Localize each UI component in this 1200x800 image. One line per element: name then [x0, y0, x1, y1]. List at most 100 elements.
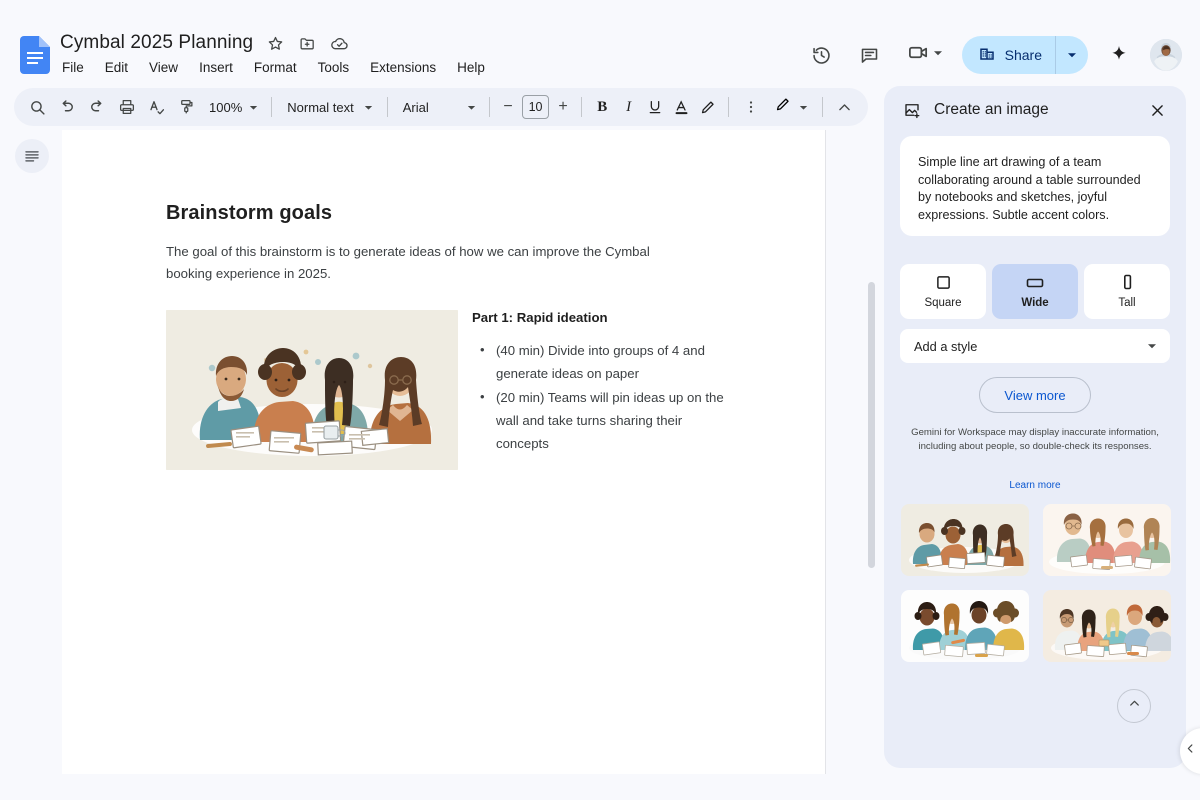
document-title-row: Cymbal 2025 Planning — [60, 32, 349, 54]
chevron-down-icon — [462, 102, 480, 113]
increase-font-size-button[interactable]: + — [552, 95, 574, 119]
list-item: (40 min) Divide into groups of 4 and gen… — [472, 339, 724, 385]
italic-button[interactable]: I — [615, 93, 641, 121]
toolbar-divider — [822, 97, 823, 117]
aspect-ratio-square-button[interactable]: Square — [900, 264, 986, 319]
list-item: (20 min) Teams will pin ideas up on the … — [472, 386, 724, 455]
document-bullet-list: (40 min) Divide into groups of 4 and gen… — [472, 339, 724, 455]
learn-more-link[interactable]: Learn more — [884, 480, 1186, 491]
editing-mode-pencil-icon — [774, 96, 791, 118]
left-rail — [0, 130, 62, 800]
chevron-down-icon — [360, 102, 378, 113]
font-size-input[interactable]: 10 — [522, 95, 549, 119]
decrease-font-size-button[interactable]: − — [497, 95, 519, 119]
more-vertical-icon[interactable] — [736, 92, 766, 122]
paint-format-icon[interactable] — [172, 92, 202, 122]
document-section-heading: Part 1: Rapid ideation — [472, 310, 724, 325]
style-select-value: Add a style — [914, 339, 977, 354]
share-button-label: Share — [1005, 47, 1042, 63]
toolbar-divider — [271, 97, 272, 117]
move-to-folder-icon[interactable] — [297, 33, 317, 53]
chevron-up-icon — [1127, 696, 1142, 716]
scroll-to-top-button[interactable] — [1117, 689, 1151, 723]
document-page[interactable]: Brainstorm goals The goal of this brains… — [62, 130, 826, 774]
share-button-main[interactable]: Share — [962, 36, 1055, 74]
google-docs-window: Cymbal 2025 Planning File — [0, 0, 1200, 800]
wide-rectangle-shape-icon — [1026, 274, 1044, 290]
square-shape-icon — [936, 274, 951, 290]
text-color-icon[interactable] — [668, 93, 694, 121]
document-side-content: Part 1: Rapid ideation (40 min) Divide i… — [472, 310, 724, 456]
zoom-level-selector[interactable]: 100% — [202, 93, 264, 121]
paragraph-style-label: Normal text — [287, 100, 353, 115]
font-size-stepper: − 10 + — [497, 95, 574, 119]
generated-images-grid — [901, 504, 1171, 662]
document-outline-icon[interactable] — [15, 139, 49, 173]
print-icon[interactable] — [112, 92, 142, 122]
version-history-icon[interactable] — [805, 38, 839, 72]
share-dropdown-caret-icon[interactable] — [1056, 36, 1088, 74]
image-prompt-input[interactable]: Simple line art drawing of a team collab… — [900, 136, 1170, 236]
aspect-ratio-selector: Square Wide Tall — [900, 264, 1170, 319]
generated-image-2[interactable] — [1043, 504, 1171, 576]
collapse-toolbar-chevron-up-icon[interactable] — [830, 92, 860, 122]
search-icon[interactable] — [22, 92, 52, 122]
document-paragraph: The goal of this brainstorm is to genera… — [166, 241, 666, 285]
view-more-button[interactable]: View more — [979, 377, 1091, 413]
comment-icon[interactable] — [853, 38, 887, 72]
gemini-create-image-panel: Create an image Simple line art drawing … — [884, 86, 1186, 768]
document-scrollbar-thumb[interactable] — [868, 282, 875, 568]
image-prompt-value: Simple line art drawing of a team collab… — [918, 154, 1152, 224]
header-actions: Share — [805, 36, 1182, 74]
bold-button[interactable]: B — [589, 93, 615, 121]
star-icon[interactable] — [265, 33, 285, 53]
formatting-toolbar: 100% Normal text Arial − 10 + B I — [14, 88, 868, 126]
editing-mode-selector[interactable] — [766, 93, 815, 121]
highlight-icon[interactable] — [695, 93, 721, 121]
document-inline-image[interactable] — [166, 310, 458, 470]
toolbar-divider — [581, 97, 582, 117]
generated-image-4[interactable] — [1043, 590, 1171, 662]
share-button[interactable]: Share — [962, 36, 1088, 74]
menu-insert[interactable]: Insert — [198, 58, 234, 77]
aspect-ratio-wide-button[interactable]: Wide — [992, 264, 1078, 319]
underline-icon[interactable] — [642, 93, 668, 121]
menu-edit[interactable]: Edit — [104, 58, 129, 77]
chevron-down-icon — [244, 102, 262, 113]
generated-image-3[interactable] — [901, 590, 1029, 662]
menu-extensions[interactable]: Extensions — [369, 58, 437, 77]
meet-camera-icon — [907, 41, 930, 69]
view-more-label: View more — [1004, 388, 1065, 403]
meet-button[interactable] — [901, 38, 948, 72]
menu-format[interactable]: Format — [253, 58, 298, 77]
aspect-ratio-wide-label: Wide — [1021, 297, 1048, 309]
aspect-ratio-tall-button[interactable]: Tall — [1084, 264, 1170, 319]
menu-view[interactable]: View — [148, 58, 179, 77]
avatar[interactable] — [1150, 39, 1182, 71]
chevron-down-icon — [1146, 340, 1158, 352]
cloud-saved-icon[interactable] — [329, 33, 349, 53]
add-image-icon — [902, 100, 922, 120]
font-family-selector[interactable]: Arial — [395, 93, 482, 121]
tall-rectangle-shape-icon — [1122, 274, 1133, 290]
menu-file[interactable]: File — [61, 58, 85, 77]
style-select[interactable]: Add a style — [900, 329, 1170, 363]
menu-help[interactable]: Help — [456, 58, 486, 77]
menu-bar: File Edit View Insert Format Tools Exten… — [61, 58, 486, 77]
chevron-down-icon — [932, 46, 944, 64]
redo-icon[interactable] — [82, 92, 112, 122]
menu-tools[interactable]: Tools — [317, 58, 351, 77]
page-title[interactable]: Cymbal 2025 Planning — [60, 32, 253, 54]
generated-image-1[interactable] — [901, 504, 1029, 576]
document-canvas: Brainstorm goals The goal of this brains… — [62, 130, 884, 800]
zoom-level-label: 100% — [209, 100, 242, 115]
chevron-left-icon — [1184, 742, 1197, 760]
close-icon[interactable] — [1142, 95, 1172, 125]
gemini-panel-title: Create an image — [934, 101, 1142, 119]
paragraph-style-selector[interactable]: Normal text — [279, 93, 379, 121]
toolbar-divider — [489, 97, 490, 117]
gemini-sparkle-icon[interactable] — [1102, 38, 1136, 72]
undo-icon[interactable] — [52, 92, 82, 122]
google-docs-logo-icon — [20, 36, 50, 74]
spellcheck-icon[interactable] — [142, 92, 172, 122]
